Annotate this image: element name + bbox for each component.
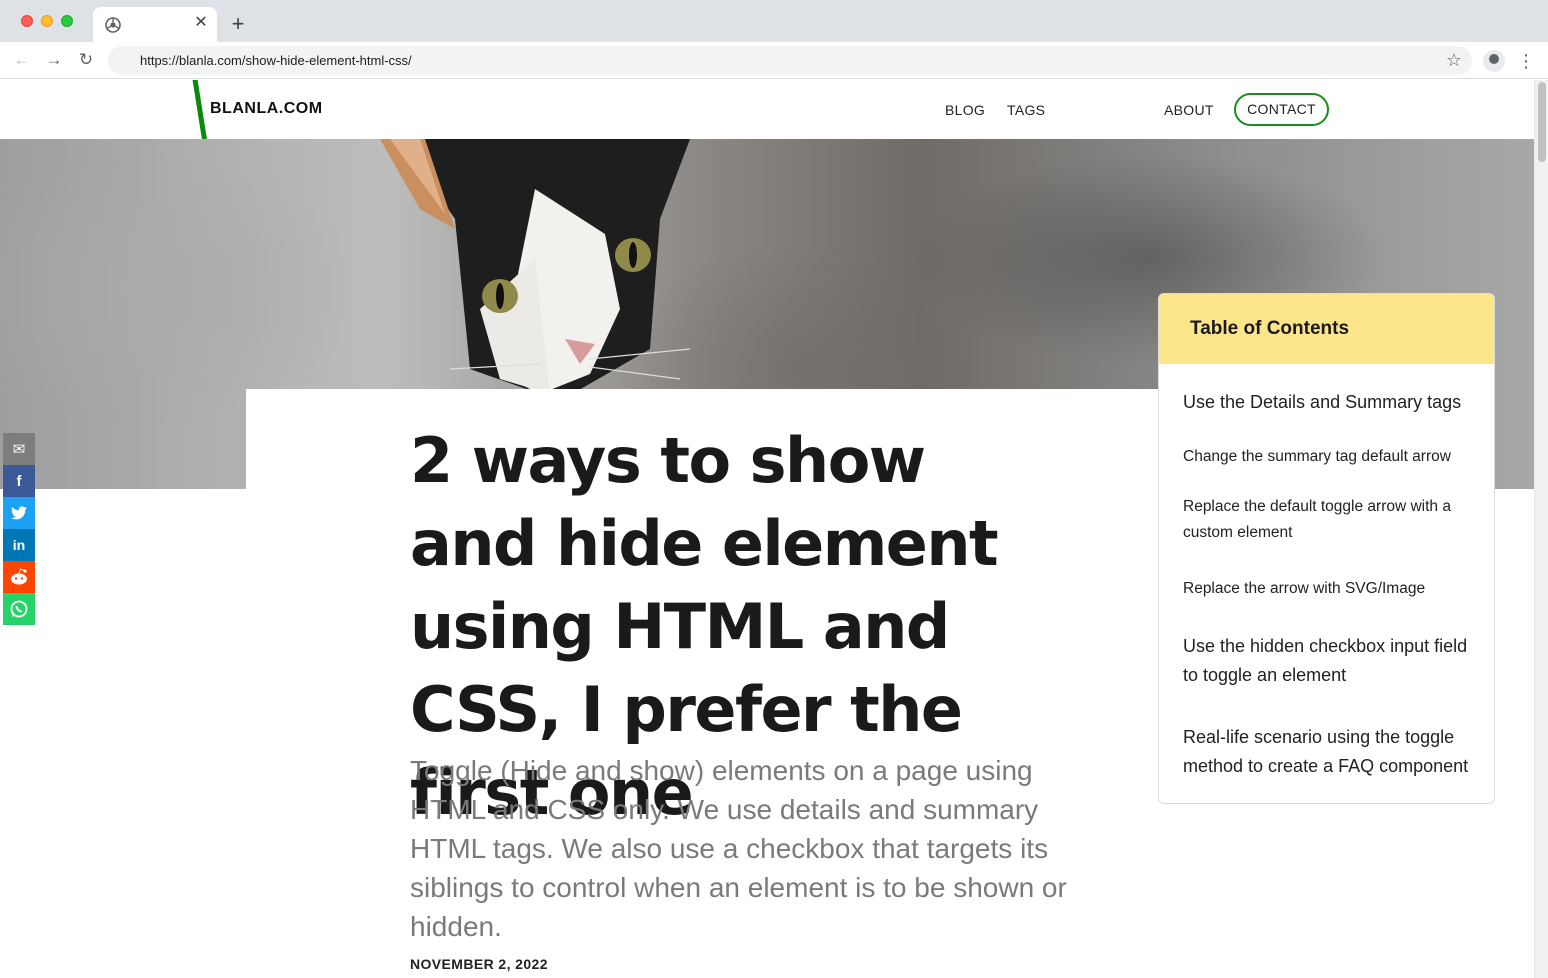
browser-tab-active[interactable]: ✕ [93, 7, 217, 42]
twitter-share-icon[interactable] [3, 497, 35, 529]
window-close-button[interactable] [21, 15, 33, 27]
toc-item[interactable]: Use the Details and Summary tags [1183, 388, 1478, 416]
nav-tags[interactable]: TAGS [1007, 102, 1045, 118]
address-bar[interactable]: https://blanla.com/show-hide-element-htm… [108, 46, 1472, 75]
toc-item[interactable]: Change the summary tag default arrow [1183, 444, 1478, 470]
browser-tab-strip: ✕ + [0, 0, 1548, 42]
table-of-contents: Table of Contents Use the Details and Su… [1158, 293, 1495, 804]
profile-icon[interactable] [1483, 50, 1505, 72]
back-arrow-icon[interactable]: ← [12, 50, 32, 70]
window-zoom-button[interactable] [61, 15, 73, 27]
article-lede: Toggle (Hide and show) elements on a pag… [410, 755, 1067, 942]
reload-icon[interactable]: ↻ [76, 50, 96, 70]
forward-arrow-icon[interactable]: → [44, 50, 64, 70]
article-date: NOVEMBER 2, 2022 [410, 956, 548, 972]
chrome-icon [105, 17, 121, 33]
nav-blog[interactable]: BLOG [945, 102, 985, 118]
tab-close-icon[interactable]: ✕ [193, 15, 209, 31]
share-bar: ✉ f in [3, 433, 35, 625]
toc-item[interactable]: Replace the default toggle arrow with a … [1183, 494, 1478, 546]
toc-item[interactable]: Replace the arrow with SVG/Image [1183, 576, 1478, 602]
url-text[interactable]: https://blanla.com/show-hide-element-htm… [140, 53, 412, 68]
window-minimize-button[interactable] [41, 15, 53, 27]
star-icon[interactable]: ☆ [1446, 50, 1462, 70]
facebook-share-icon[interactable]: f [3, 465, 35, 497]
browser-toolbar: ← → ↻ https://blanla.com/show-hide-eleme… [0, 42, 1548, 79]
site-header: BLANLA.COM BLOG TAGS ABOUT CONTACT [0, 80, 1534, 140]
site-logo[interactable]: BLANLA.COM [210, 100, 323, 118]
new-tab-button[interactable]: + [227, 13, 249, 35]
kebab-menu-icon[interactable]: ⋮ [1516, 50, 1536, 72]
cat-photo [380, 139, 691, 399]
nav-about[interactable]: ABOUT [1164, 102, 1214, 118]
nav-contact-button[interactable]: CONTACT [1234, 93, 1329, 126]
reddit-share-icon[interactable] [3, 561, 35, 593]
page-scrollbar[interactable] [1534, 80, 1548, 978]
toc-title: Table of Contents [1159, 294, 1494, 364]
linkedin-share-icon[interactable]: in [3, 529, 35, 561]
toc-item[interactable]: Real-life scenario using the toggle meth… [1183, 723, 1478, 781]
scrollbar-thumb[interactable] [1538, 82, 1546, 162]
email-share-icon[interactable]: ✉ [3, 433, 35, 465]
whatsapp-share-icon[interactable] [3, 593, 35, 625]
article-card: 2 ways to show and hide element using HT… [246, 389, 1246, 978]
page-viewport: BLANLA.COM BLOG TAGS ABOUT CONTACT ✉ f i… [0, 80, 1534, 978]
logo-mark [192, 80, 207, 140]
toc-item[interactable]: Use the hidden checkbox input field to t… [1183, 632, 1478, 690]
